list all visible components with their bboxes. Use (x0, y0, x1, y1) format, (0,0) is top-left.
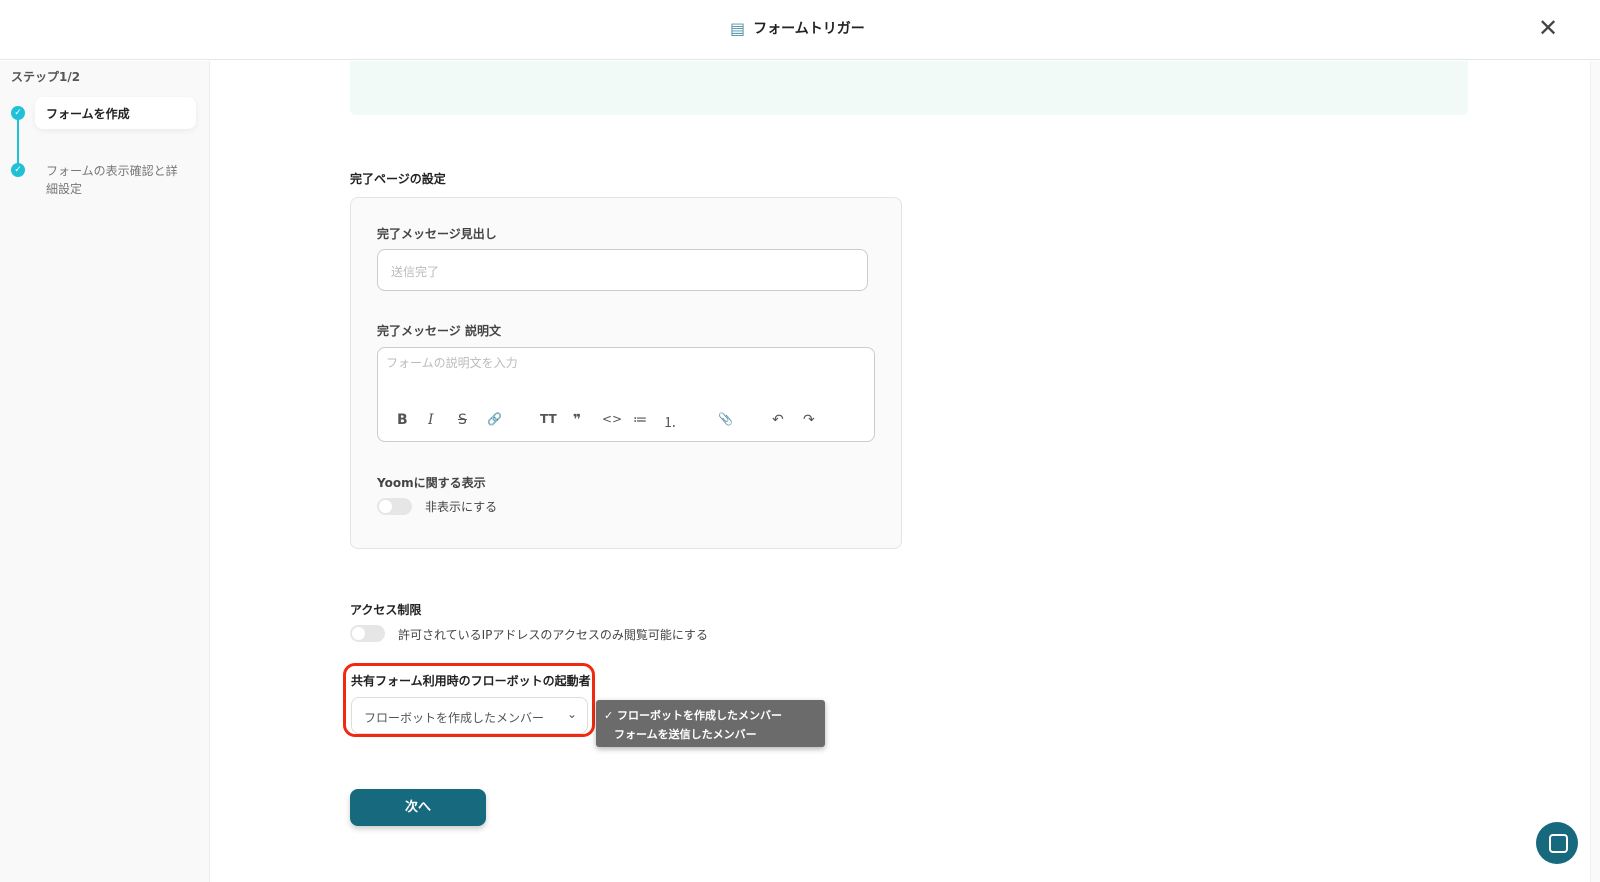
next-button[interactable]: 次へ (350, 789, 486, 826)
attachment-icon[interactable]: 📎 (718, 412, 733, 426)
launcher-dropdown-menu: ✓ フローボットを作成したメンバー フォームを送信したメンバー (596, 700, 825, 747)
completion-card: 完了メッセージ見出し 送信完了 完了メッセージ 説明文 フォームの説明文を入力 … (350, 197, 902, 549)
check-icon: ✓ (11, 106, 25, 120)
sidebar-step-create-form[interactable]: フォームを作成 (35, 97, 196, 129)
ordered-list-icon[interactable]: ⒈ (663, 412, 677, 432)
ip-restriction-label: 許可されているIPアドレスのアクセスのみ閲覧可能にする (398, 628, 708, 642)
check-icon: ✓ (11, 163, 25, 177)
yoom-display-label: Yoomに関する表示 (377, 476, 486, 490)
access-title: アクセス制限 (350, 603, 422, 617)
option-creator[interactable]: ✓ フローボットを作成したメンバー (604, 707, 782, 723)
bold-icon[interactable]: B (397, 412, 408, 428)
option-submitter[interactable]: フォームを送信したメンバー (614, 726, 757, 742)
strikethrough-icon[interactable]: S (458, 412, 467, 428)
header: ▤ フォームトリガー ✕ (0, 0, 1600, 60)
description-placeholder: フォームの説明文を入力 (386, 356, 518, 370)
hide-yoom-toggle[interactable] (377, 498, 412, 515)
launcher-select[interactable]: フローボットを作成したメンバー ⌄ (351, 697, 588, 734)
sidebar-step-confirm-settings[interactable]: フォームの表示確認と詳細設定 (46, 162, 186, 198)
chat-icon[interactable] (1536, 822, 1578, 864)
step-label: フォームの表示確認と詳細設定 (46, 164, 178, 196)
step-label: フォームを作成 (46, 107, 130, 121)
description-label: 完了メッセージ 説明文 (377, 324, 501, 338)
undo-icon[interactable]: ↶ (772, 412, 784, 428)
scrollbar[interactable] (1590, 61, 1600, 882)
chevron-down-icon: ⌄ (566, 707, 577, 721)
italic-icon[interactable]: I (428, 412, 434, 428)
step-counter: ステップ1/2 (11, 70, 81, 84)
form-document-icon: ▤ (730, 18, 746, 38)
redo-icon[interactable]: ↷ (803, 412, 815, 428)
description-editor[interactable]: フォームの説明文を入力 B I S 🔗 TT ❞ <> ≔ ⒈ 📎 ↶ ↷ (377, 347, 875, 442)
close-icon[interactable]: ✕ (1538, 16, 1558, 40)
launcher-title: 共有フォーム利用時のフローボットの起動者 (351, 674, 591, 688)
page-title: ▤ フォームトリガー (730, 18, 865, 38)
code-icon[interactable]: <> (602, 412, 622, 426)
quote-icon[interactable]: ❞ (573, 412, 581, 428)
heading-label: 完了メッセージ見出し (377, 227, 497, 241)
hide-yoom-label: 非表示にする (425, 500, 498, 514)
link-icon[interactable]: 🔗 (487, 412, 502, 426)
main-content: 完了ページの設定 完了メッセージ見出し 送信完了 完了メッセージ 説明文 フォー… (211, 61, 1600, 882)
heading-icon[interactable]: TT (540, 412, 557, 426)
selected-value: フローボットを作成したメンバー (364, 711, 545, 725)
info-banner (350, 61, 1468, 115)
heading-input[interactable]: 送信完了 (377, 249, 868, 291)
bullet-list-icon[interactable]: ≔ (633, 412, 647, 428)
heading-placeholder: 送信完了 (391, 265, 440, 279)
sidebar: ステップ1/2 ✓ ✓ フォームを作成 フォームの表示確認と詳細設定 (0, 61, 210, 882)
title-text: フォームトリガー (753, 21, 865, 37)
ip-restriction-toggle[interactable] (350, 625, 385, 642)
section-title: 完了ページの設定 (350, 172, 446, 186)
